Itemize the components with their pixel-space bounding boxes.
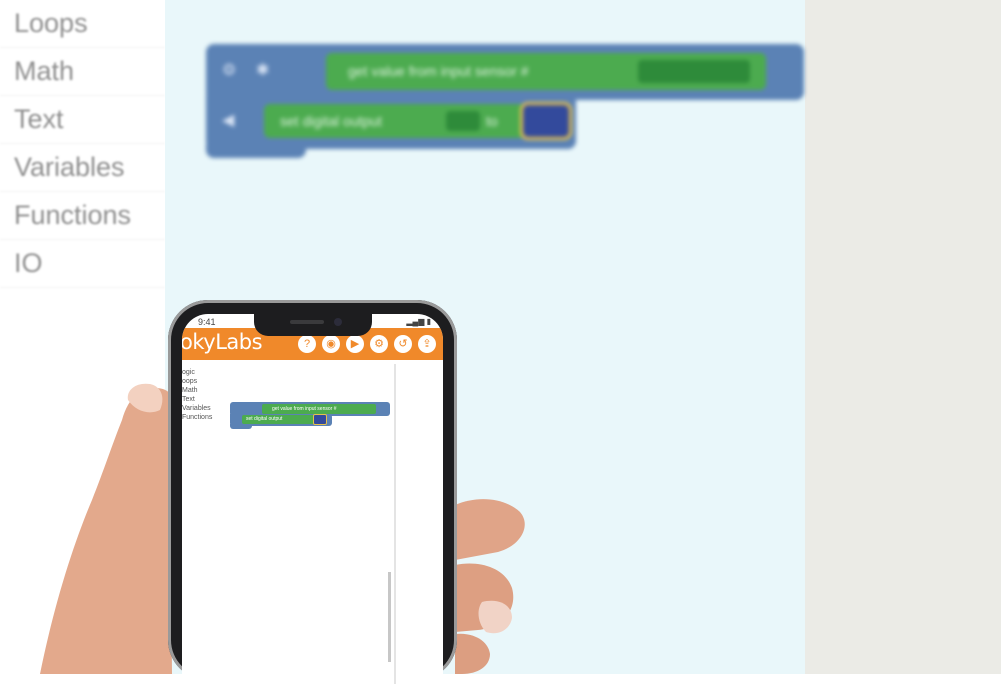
phone-input-sensor-block[interactable]: get value from input sensor # xyxy=(262,404,376,414)
phone-panel-divider xyxy=(394,364,396,684)
status-time: 9:41 xyxy=(198,317,216,327)
refresh-icon[interactable]: ↺ xyxy=(394,335,412,353)
phone-toolbox-item[interactable]: Text xyxy=(182,395,226,404)
input-sensor-label: get value from input sensor # xyxy=(348,63,529,79)
digital-output-label: set digital output xyxy=(280,113,382,129)
settings-icon[interactable]: ⚙ xyxy=(370,335,388,353)
arrow-icon: ◀ xyxy=(222,112,235,129)
phone-digital-output-block[interactable]: set digital output xyxy=(242,415,314,424)
signal-battery-icon: ▂▄▆ ▮ xyxy=(406,317,431,326)
input-sensor-block[interactable]: get value from input sensor # xyxy=(326,53,766,90)
output-to-label: to xyxy=(486,113,498,129)
phone-toolbox-item[interactable]: oops xyxy=(182,377,226,386)
loop-block-foot xyxy=(206,144,306,158)
phone-toolbox-item[interactable]: Functions xyxy=(182,413,226,422)
toolbox-item-math[interactable]: Math xyxy=(0,48,165,96)
phone-loop-block-foot xyxy=(230,424,252,429)
right-panel xyxy=(805,0,1001,674)
phone-color-value-block[interactable] xyxy=(313,414,327,425)
phone-notch xyxy=(254,314,372,336)
toolbox-item-loops[interactable]: Loops xyxy=(0,0,165,48)
output-pin-dropdown[interactable] xyxy=(446,111,480,131)
app-toolbar: ? ◉ ▶ ⚙ ↺ ⇪ xyxy=(298,335,436,353)
toolbox-item-variables[interactable]: Variables xyxy=(0,144,165,192)
digital-output-block[interactable]: set digital output to xyxy=(264,104,526,138)
phone-toolbox-item[interactable]: Math xyxy=(182,386,226,395)
phone-scrollbar[interactable] xyxy=(388,572,391,662)
phone: 9:41 ▂▄▆ ▮ okyLabs ? ◉ ▶ ⚙ ↺ ⇪ ogic oops… xyxy=(168,300,457,684)
block-stack[interactable]: ⚙ ✱ ◀ get value from input sensor # set … xyxy=(206,44,806,164)
phone-toolbox-item[interactable]: Variables xyxy=(182,404,226,413)
app-logo: okyLabs xyxy=(182,330,263,354)
phone-toolbox: ogic oops Math Text Variables Functions xyxy=(182,368,226,422)
toolbox-item-io[interactable]: IO xyxy=(0,240,165,288)
toolbox-item-functions[interactable]: Functions xyxy=(0,192,165,240)
play-icon[interactable]: ▶ xyxy=(346,335,364,353)
phone-toolbox-item[interactable]: ogic xyxy=(182,368,226,377)
star-icon: ✱ xyxy=(256,62,270,79)
toolbox-item-text[interactable]: Text xyxy=(0,96,165,144)
phone-screen[interactable]: 9:41 ▂▄▆ ▮ okyLabs ? ◉ ▶ ⚙ ↺ ⇪ ogic oops… xyxy=(182,314,443,684)
speaker-icon xyxy=(290,320,324,324)
sensor-dropdown[interactable] xyxy=(638,60,750,83)
record-icon[interactable]: ◉ xyxy=(322,335,340,353)
gear-icon[interactable]: ⚙ xyxy=(222,60,236,80)
camera-icon xyxy=(334,318,342,326)
color-value-block[interactable] xyxy=(520,102,572,140)
upload-icon[interactable]: ⇪ xyxy=(418,335,436,353)
toolbox-panel: Loops Math Text Variables Functions IO xyxy=(0,0,165,292)
help-icon[interactable]: ? xyxy=(298,335,316,353)
